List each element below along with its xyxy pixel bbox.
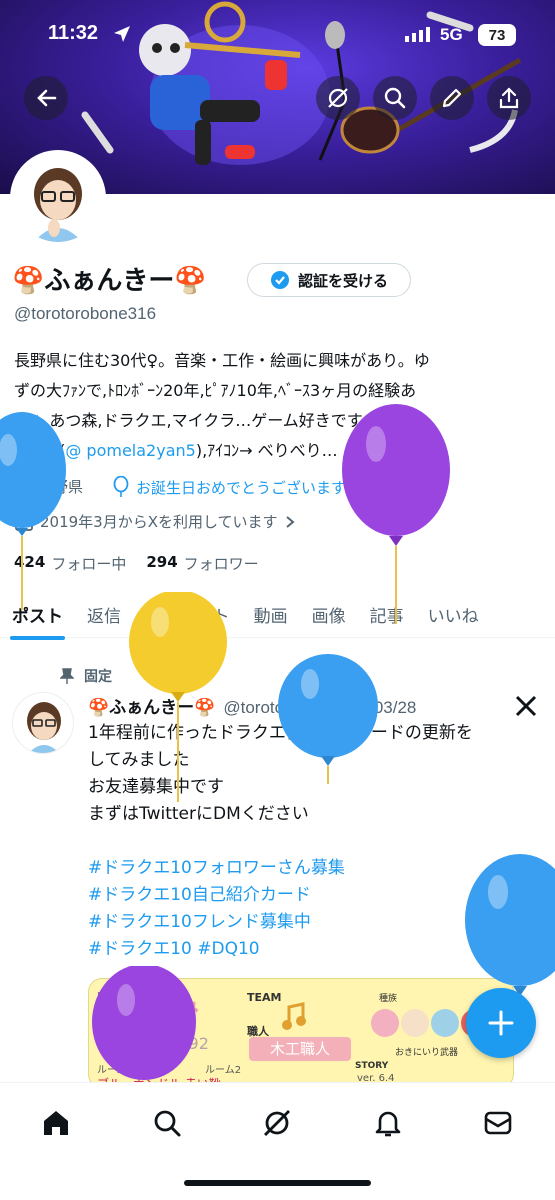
home-icon — [44, 1111, 68, 1135]
get-verified-button[interactable]: 認証を受ける — [247, 263, 411, 297]
card-story-label: STORY — [355, 1061, 389, 1071]
bio-line: ずの大ﾌｧﾝで,ﾄﾛﾝﾎﾞｰﾝ20年,ﾋﾟｱﾉ10年,ﾍﾞｰｽ3ヶ月の経験あ — [14, 381, 417, 400]
profile-handle: @torotorobone316 — [14, 304, 157, 323]
avatar-illustration — [27, 702, 61, 753]
nav-home[interactable] — [36, 1103, 76, 1143]
card-name-label: NAME — [97, 991, 127, 1002]
location-text: 長野県 — [38, 478, 84, 496]
card-job-value: 木工職人 — [249, 1037, 351, 1061]
music-note-icon — [282, 1002, 306, 1030]
card-room1: ルーム1 — [97, 1065, 134, 1076]
x-logo-icon — [514, 694, 538, 722]
tweet-header: 🍄ふぁんきー🍄 @torotoro… · 2023/03/28 — [88, 693, 508, 718]
tweet-line: 1年程前に作ったドラクエ自己紹介カードの更新を — [88, 723, 473, 743]
followers-count[interactable]: 294 — [146, 553, 177, 574]
tab-replies[interactable]: 返信 — [75, 598, 133, 637]
search-icon — [154, 1110, 181, 1137]
share-icon — [499, 87, 519, 109]
tweet-line: してみました — [88, 750, 190, 770]
plus-icon — [488, 1010, 514, 1036]
grok-icon — [264, 1110, 290, 1136]
verified-badge-icon — [270, 271, 289, 289]
bio-line: ),ｱｲｺﾝ→ べりべり… — [195, 441, 338, 460]
card-id-label: ID — [97, 1021, 108, 1032]
tab-videos[interactable]: 動画 — [242, 598, 300, 637]
pin-icon — [60, 668, 74, 684]
profile-name: 🍄ふぁんきー🍄 — [12, 266, 207, 296]
back-button[interactable] — [24, 76, 68, 120]
tweet-body: 1年程前に作ったドラクエ自己紹介カードの更新を してみました お友達募集中です … — [88, 720, 538, 963]
share-button[interactable] — [487, 76, 531, 120]
bio-line: り☆ あつ森,ドラクエ,マイクラ…ゲーム好きです。ﾍｯﾀﾞｰ→ — [14, 411, 431, 430]
location-arrow-icon — [112, 24, 132, 48]
pinned-indicator: 固定 — [60, 666, 112, 686]
tweet-line: まずはTwitterにDMください — [88, 804, 309, 824]
status-time: 11:32 — [48, 22, 99, 44]
edit-button[interactable] — [430, 76, 474, 120]
pinned-label: 固定 — [84, 669, 112, 685]
hashtag-link[interactable]: #ドラクエ10フレンド募集中 — [88, 909, 538, 936]
back-arrow-icon — [37, 89, 57, 107]
nav-notifications[interactable] — [368, 1103, 408, 1143]
joined-text: 2019年3月からXを利用しています — [40, 513, 278, 531]
show-more-link[interactable]: さらに表示 — [353, 441, 433, 460]
grok-icon — [328, 88, 348, 108]
card-name-value: えみ — [147, 993, 200, 1023]
birthday-text: お誕生日おめでとうございます。 — [136, 478, 360, 497]
card-id-value: DI918-892 — [125, 1034, 209, 1053]
nav-search[interactable] — [147, 1103, 187, 1143]
nav-grok[interactable] — [257, 1103, 297, 1143]
followers-label[interactable]: フォロワー — [184, 553, 259, 574]
search-icon — [384, 87, 406, 109]
profile-bio: 長野県に住む30代♀。音楽・工作・絵画に興味があり。ゆ ずの大ﾌｧﾝで,ﾄﾛﾝﾎ… — [14, 346, 544, 466]
compose-post-button[interactable] — [466, 988, 536, 1058]
grok-button[interactable] — [316, 76, 360, 120]
tab-media[interactable]: 画像 — [300, 598, 358, 637]
bio-mention-link[interactable]: @ pomela2yan5 — [65, 441, 195, 460]
nav-messages[interactable] — [478, 1103, 518, 1143]
profile-avatar[interactable] — [10, 150, 106, 246]
balloon-birthday-icon — [113, 476, 129, 497]
tweet-media-card[interactable]: NAME えみ TEAM ID DI918-892 職人 木工職人 ルーム1 ル… — [88, 978, 514, 1088]
hashtag-link[interactable]: #ドラクエ10フォロワーさん募集 — [88, 855, 538, 882]
bell-icon — [375, 1111, 401, 1137]
mail-icon — [484, 1111, 512, 1135]
tab-likes[interactable]: いいね — [416, 598, 491, 637]
following-count[interactable]: 424 — [14, 553, 45, 574]
tweet-author-name[interactable]: 🍄ふぁんきー🍄 — [88, 693, 215, 718]
profile-location: 長野県 — [14, 476, 83, 497]
card-room2: ルーム2 — [205, 1065, 242, 1076]
tweet-handle-date: @torotoro… · 2023/03/28 — [223, 698, 417, 717]
get-verified-label: 認証を受ける — [297, 271, 388, 290]
calendar-icon — [15, 513, 33, 531]
follow-stats: 424 フォロー中 294 フォロワー — [14, 553, 259, 574]
pencil-icon — [442, 88, 462, 108]
card-team-label: TEAM — [247, 991, 282, 1004]
home-indicator — [184, 1180, 371, 1186]
tweet-avatar[interactable] — [12, 692, 74, 754]
avatar-illustration — [14, 154, 102, 242]
card-weapon-label: おきにいり武器 — [395, 1048, 459, 1058]
signal-icon — [405, 26, 431, 46]
chevron-right-icon — [285, 515, 295, 528]
bio-line: 長野県に住む30代♀。音楽・工作・絵画に興味があり。ゆ — [14, 351, 430, 370]
location-pin-icon — [15, 476, 31, 497]
battery-indicator: 73 — [478, 24, 516, 46]
bio-line: ﾎﾟﾒ兄 ( — [14, 441, 66, 460]
tweet-line: お友達募集中です — [88, 777, 224, 797]
profile-joined: 2019年3月からXを利用しています — [14, 511, 296, 532]
hashtag-link[interactable]: #ドラクエ10 #DQ10 — [88, 936, 538, 963]
hashtag-link[interactable]: #ドラクエ10自己紹介カード — [88, 882, 538, 909]
network-label: 5G — [440, 25, 463, 44]
tab-highlights[interactable]: ハイライト — [133, 598, 242, 637]
search-button[interactable] — [373, 76, 417, 120]
profile-birthday: お誕生日おめでとうございます。 — [112, 476, 360, 498]
tab-posts[interactable]: ポスト — [0, 598, 75, 640]
tab-articles[interactable]: 記事 — [358, 598, 416, 637]
profile-tabs: ポスト 返信 ハイライト 動画 画像 記事 いいね — [0, 598, 555, 640]
following-label[interactable]: フォロー中 — [51, 553, 126, 574]
